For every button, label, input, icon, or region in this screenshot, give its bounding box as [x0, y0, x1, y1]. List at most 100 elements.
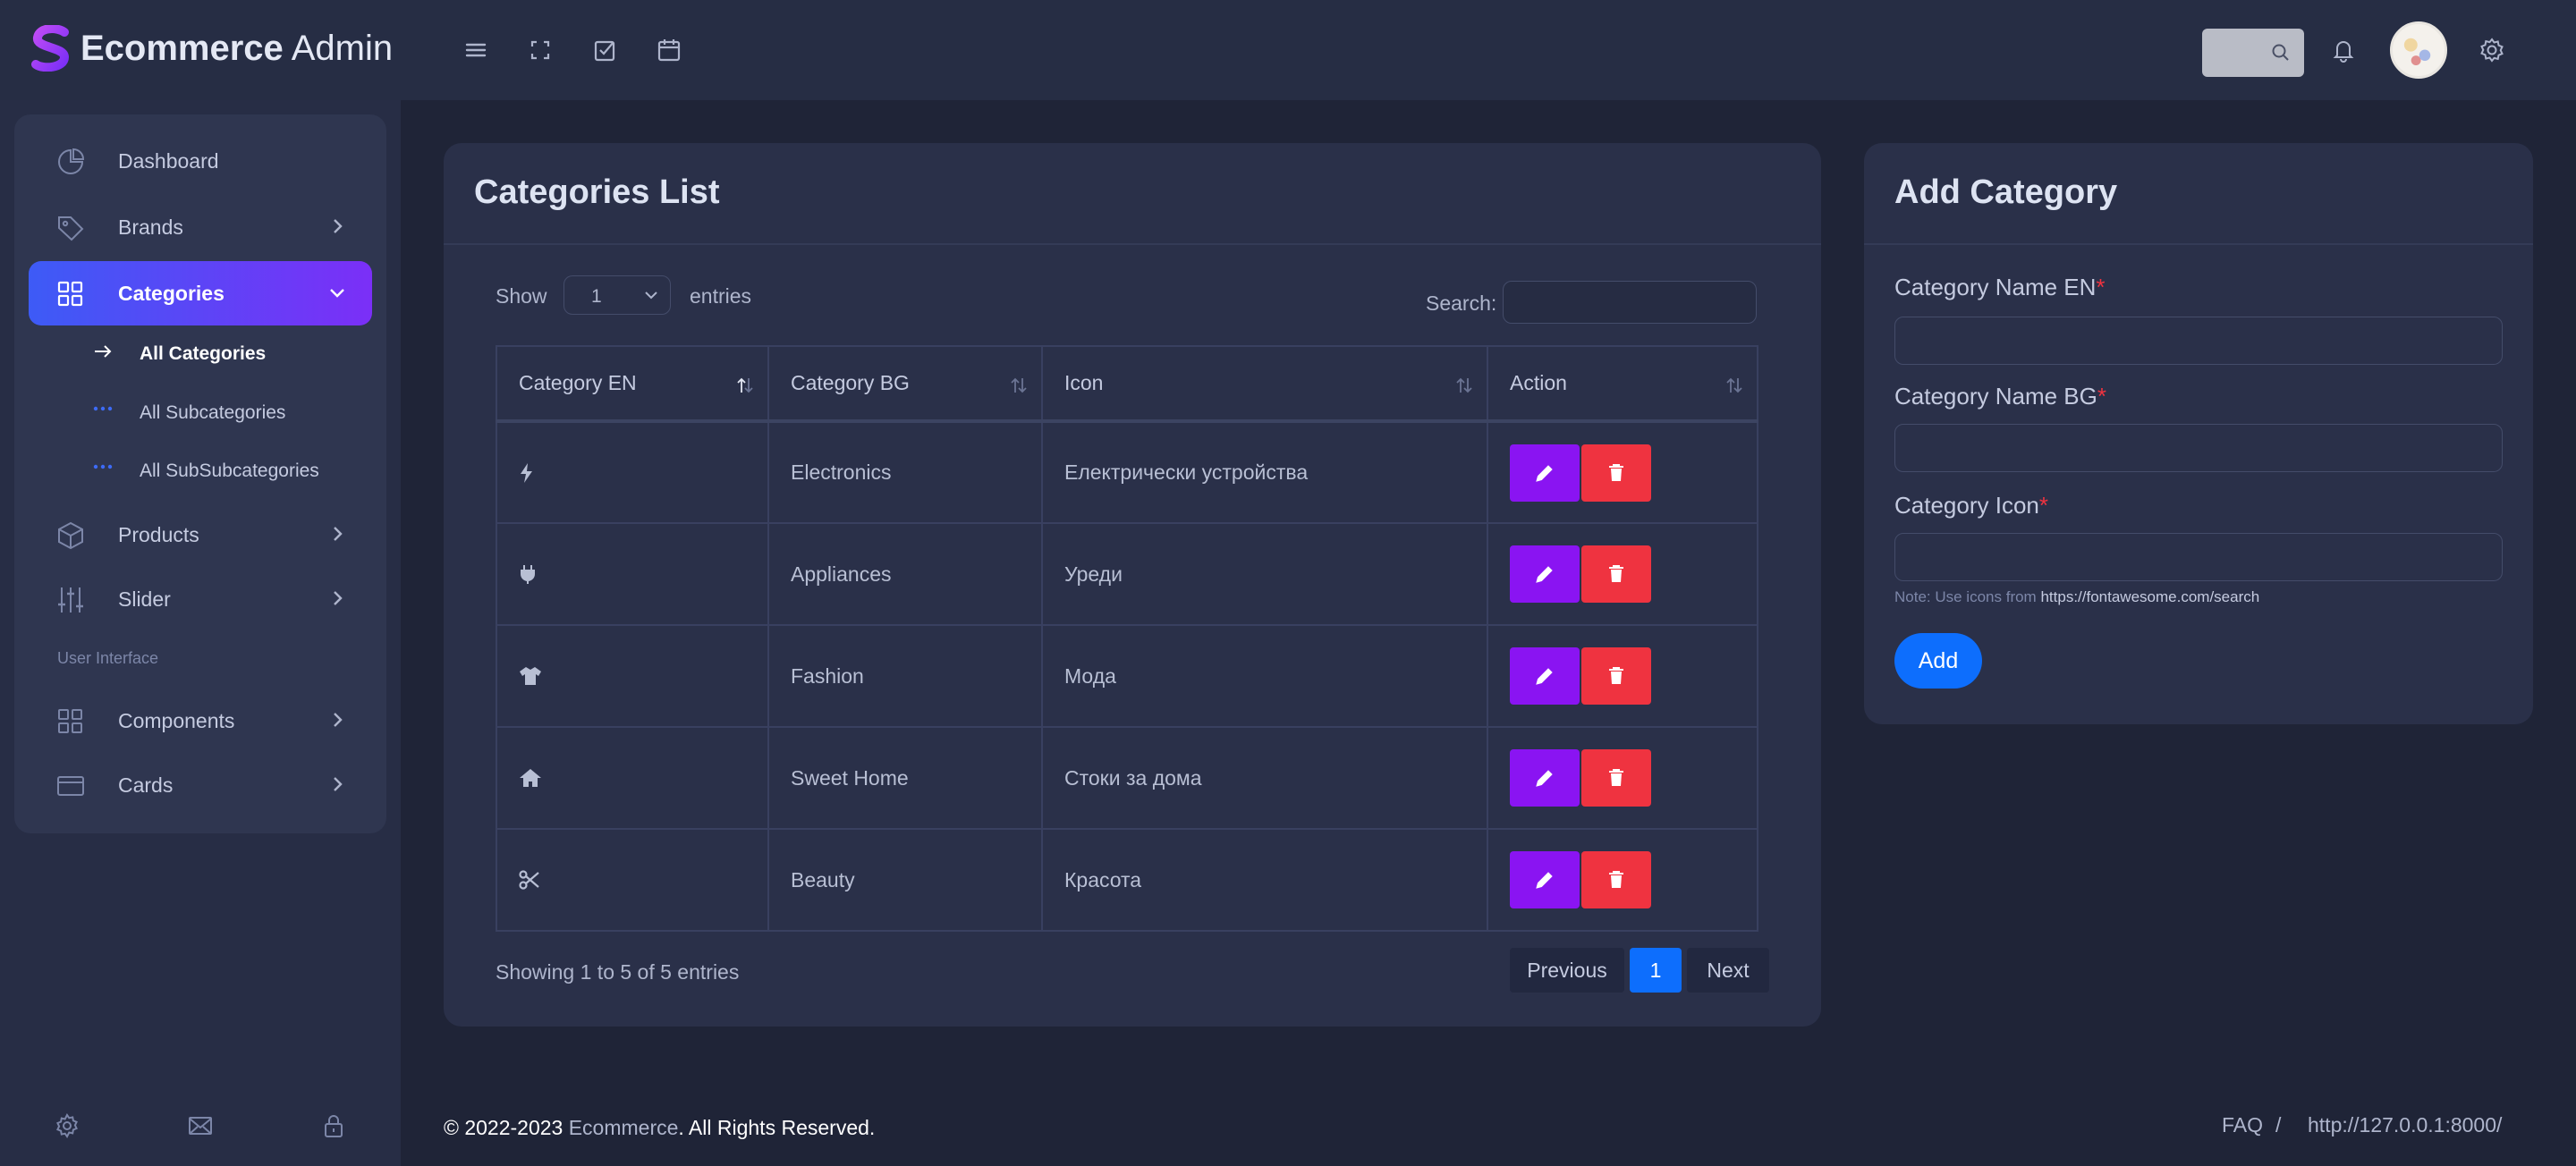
header-search[interactable] [2202, 29, 2304, 77]
avatar[interactable] [2390, 21, 2447, 79]
chevron-right-icon [334, 527, 343, 541]
tag-icon [58, 216, 84, 241]
card-title: Categories List [474, 173, 720, 211]
fullscreen-icon[interactable] [526, 36, 555, 64]
sliders-icon [58, 587, 83, 613]
column-header-category-bg[interactable]: Category BG [767, 345, 1043, 423]
pagination-next[interactable]: Next [1687, 948, 1769, 993]
cell-category-bg: Електрически устройства [1041, 420, 1488, 524]
sidebar-item-cards[interactable]: Cards [29, 753, 372, 817]
cell-category-en: Appliances [767, 522, 1043, 626]
sidebar-item-label: Products [118, 522, 199, 546]
delete-button[interactable] [1581, 851, 1651, 908]
sidebar-item-slider[interactable]: Slider [29, 567, 372, 631]
cell-action [1487, 828, 1758, 932]
scissors-icon [519, 870, 539, 890]
tshirt-icon [520, 667, 541, 685]
cell-icon [496, 420, 769, 524]
entries-select[interactable]: 1 [564, 275, 671, 315]
sidebar-item-dashboard[interactable]: Dashboard [29, 129, 372, 193]
column-header-action[interactable]: Action [1487, 345, 1758, 423]
top-header: Ecommerce Admin [0, 0, 2576, 100]
sidebar-item-label: Dashboard [118, 148, 219, 173]
cell-icon [496, 624, 769, 728]
menu-icon[interactable] [462, 36, 490, 64]
trash-icon [1609, 463, 1623, 481]
sidebar-item-components[interactable]: Components [29, 689, 372, 753]
cell-action [1487, 726, 1758, 830]
trash-icon [1609, 565, 1623, 582]
chevron-down-icon [330, 289, 344, 298]
cell-category-bg: Уреди [1041, 522, 1488, 626]
divider [444, 243, 1821, 245]
pencil-icon [1536, 566, 1553, 583]
cell-action [1487, 420, 1758, 524]
cell-category-en: Electronics [767, 420, 1043, 524]
section-label-user-interface: User Interface [57, 649, 159, 667]
task-check-icon[interactable] [590, 36, 619, 64]
pencil-icon [1536, 872, 1553, 889]
settings-icon[interactable] [54, 1112, 80, 1139]
pagination-previous[interactable]: Previous [1510, 948, 1624, 993]
category-name-en-input[interactable] [1894, 317, 2503, 365]
delete-button[interactable] [1581, 444, 1651, 502]
faq-link[interactable]: FAQ [2222, 1113, 2263, 1137]
lock-icon[interactable] [320, 1112, 347, 1139]
cell-action [1487, 624, 1758, 728]
pencil-icon [1536, 770, 1553, 787]
category-icon-input[interactable] [1894, 533, 2503, 581]
table-row: Beauty Красота [496, 828, 1758, 932]
sort-icon [1011, 377, 1027, 393]
column-header-icon[interactable]: Icon [1041, 345, 1488, 423]
edit-button[interactable] [1510, 545, 1580, 603]
show-label: Show [496, 284, 547, 308]
grid-icon [58, 709, 82, 733]
table-row: Electronics Електрически устройства [496, 420, 1758, 524]
sub-item-all-subsubcategories[interactable]: All SubSubcategories [140, 460, 319, 482]
cell-icon [496, 726, 769, 830]
card-title: Add Category [1894, 173, 2118, 211]
gear-icon[interactable] [2478, 36, 2506, 64]
dots-icon [93, 464, 113, 469]
table-info: Showing 1 to 5 of 5 entries [496, 960, 740, 984]
footer-separator: / [2275, 1113, 2282, 1136]
column-header-category-en[interactable]: Category EN [496, 345, 769, 423]
delete-button[interactable] [1581, 647, 1651, 705]
credit-card-icon [57, 776, 84, 796]
table-search-input[interactable] [1503, 281, 1757, 324]
edit-button[interactable] [1510, 444, 1580, 502]
chevron-right-icon [334, 591, 343, 605]
category-name-bg-input[interactable] [1894, 424, 2503, 472]
fontawesome-link[interactable]: https://fontawesome.com/search [2040, 588, 2259, 605]
sub-item-all-subcategories[interactable]: All Subcategories [140, 402, 285, 424]
sidebar-item-products[interactable]: Products [29, 503, 372, 567]
cell-icon [496, 828, 769, 932]
delete-button[interactable] [1581, 545, 1651, 603]
brand-logo[interactable]: Ecommerce Admin [30, 25, 393, 72]
table-header-row: Category EN Category BG Icon Action [496, 345, 1758, 423]
sub-item-all-categories[interactable]: All Categories [140, 343, 266, 365]
sidebar-item-label: Categories [118, 281, 225, 305]
bolt-icon [521, 462, 532, 483]
cell-category-bg: Красота [1041, 828, 1488, 932]
edit-button[interactable] [1510, 851, 1580, 908]
arrow-right-icon [95, 345, 112, 358]
sidebar-item-categories[interactable]: Categories [29, 261, 372, 325]
entries-value: 1 [591, 286, 602, 307]
bell-icon[interactable] [2329, 36, 2358, 64]
mail-icon[interactable] [187, 1112, 214, 1139]
pagination-page-1[interactable]: 1 [1630, 948, 1682, 993]
cell-action [1487, 522, 1758, 626]
footer-url-link[interactable]: http://127.0.0.1:8000/ [2308, 1113, 2502, 1137]
calendar-icon[interactable] [655, 36, 683, 64]
edit-button[interactable] [1510, 749, 1580, 807]
dots-icon [93, 406, 113, 411]
brand-name: Ecommerce Admin [80, 28, 394, 68]
trash-icon [1609, 871, 1623, 888]
delete-button[interactable] [1581, 749, 1651, 807]
add-button[interactable]: Add [1894, 633, 1982, 689]
sidebar-item-brands[interactable]: Brands [29, 195, 372, 259]
categories-table: Category EN Category BG Icon Action Elec… [496, 345, 1758, 932]
edit-button[interactable] [1510, 647, 1580, 705]
table-row: Appliances Уреди [496, 522, 1758, 626]
